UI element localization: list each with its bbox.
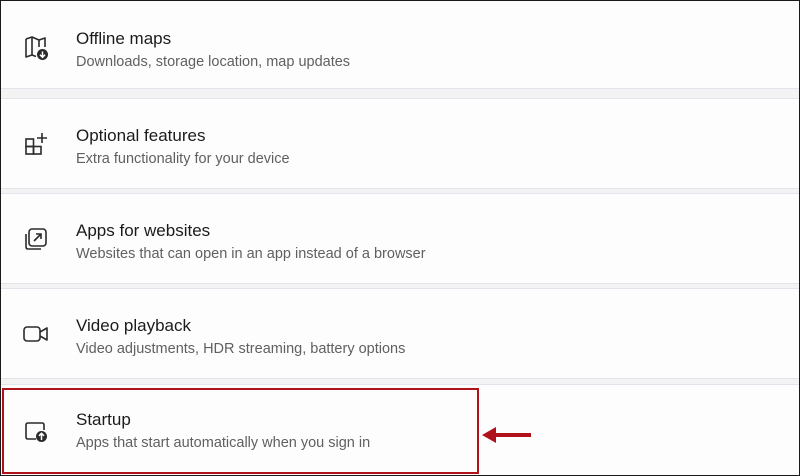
item-title: Apps for websites (76, 221, 211, 240)
optional-features-icon (21, 129, 51, 159)
item-description: Video adjustments, HDR streaming, batter… (76, 341, 406, 357)
settings-window: Offline maps Downloads, storage location… (0, 0, 800, 476)
item-title: Video playback (76, 316, 191, 335)
item-description: Downloads, storage location, map updates (76, 54, 351, 70)
item-texts: Offline maps Downloads, storage location… (76, 29, 350, 71)
item-texts: Video playback Video adjustments, HDR st… (76, 316, 405, 358)
offline-map-icon (21, 33, 51, 63)
highlight-box (2, 388, 479, 474)
settings-item-video-playback[interactable]: Video playback Video adjustments, HDR st… (1, 288, 799, 379)
settings-item-offline-maps[interactable]: Offline maps Downloads, storage location… (1, 1, 799, 89)
item-texts: Optional features Extra functionality fo… (76, 126, 290, 168)
item-title: Offline maps (76, 29, 172, 48)
item-texts: Apps for websites Websites that can open… (76, 221, 426, 263)
settings-item-apps-for-websites[interactable]: Apps for websites Websites that can open… (1, 193, 799, 284)
item-title: Optional features (76, 126, 206, 145)
pointer-arrow-icon (482, 427, 531, 443)
item-description: Websites that can open in an app instead… (76, 246, 426, 262)
open-in-app-icon (21, 224, 51, 254)
settings-item-optional-features[interactable]: Optional features Extra functionality fo… (1, 98, 799, 189)
item-description: Extra functionality for your device (76, 151, 290, 167)
video-camera-icon (21, 319, 51, 349)
